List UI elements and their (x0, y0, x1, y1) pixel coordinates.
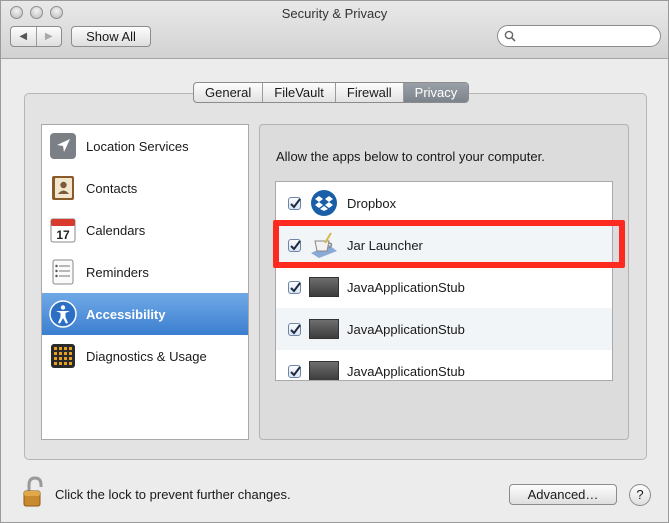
privacy-category-list: Location Services Contacts 17 Calendars … (41, 124, 249, 440)
search-input[interactable] (497, 25, 661, 47)
checkmark-icon (290, 197, 301, 209)
location-arrow-icon (48, 131, 78, 161)
sidebar-item-calendars[interactable]: 17 Calendars (42, 209, 248, 251)
tab-filevault[interactable]: FileVault (263, 83, 336, 102)
list-item[interactable]: JavaApplicationStub (276, 266, 612, 308)
sidebar-item-contacts[interactable]: Contacts (42, 167, 248, 209)
forward-button[interactable]: ▶ (35, 27, 62, 46)
app-list[interactable]: Dropbox Jar Launcher JavaApplicationStub… (275, 181, 613, 381)
app-name: JavaApplicationStub (347, 363, 465, 379)
tab-general[interactable]: General (194, 83, 264, 102)
back-forward-group: ◀ ▶ (10, 26, 62, 47)
app-checkbox[interactable] (288, 196, 301, 210)
app-stub-icon (309, 358, 339, 380)
window-title: Security & Privacy (281, 6, 388, 21)
sidebar-item-label: Location Services (86, 138, 189, 154)
lock-message: Click the lock to prevent further change… (55, 487, 291, 502)
checkmark-icon (290, 281, 301, 293)
advanced-button[interactable]: Advanced… (509, 484, 617, 505)
app-name: Dropbox (347, 195, 397, 211)
app-name: JavaApplicationStub (347, 321, 465, 337)
sidebar-item-label: Accessibility (86, 306, 166, 322)
lock-icon[interactable] (21, 476, 47, 508)
instruction-text: Allow the apps below to control your com… (276, 149, 545, 164)
calendar-icon: 17 (48, 215, 78, 245)
accessibility-icon (48, 299, 78, 329)
reminders-list-icon (48, 257, 78, 287)
app-stub-icon (309, 274, 339, 300)
tab-privacy[interactable]: Privacy (403, 83, 469, 102)
help-button[interactable]: ? (629, 484, 651, 506)
app-name: JavaApplicationStub (347, 279, 465, 295)
app-checkbox[interactable] (288, 280, 301, 294)
back-button[interactable]: ◀ (11, 27, 36, 46)
titlebar: Security & Privacy ◀ ▶ Show All (1, 1, 668, 59)
sidebar-item-reminders[interactable]: Reminders (42, 251, 248, 293)
tab-firewall[interactable]: Firewall (336, 83, 404, 102)
contacts-book-icon (48, 173, 78, 203)
list-item[interactable]: JavaApplicationStub (276, 308, 612, 350)
list-item[interactable]: Dropbox (276, 182, 612, 224)
checkmark-icon (290, 365, 301, 377)
app-checkbox[interactable] (288, 364, 301, 378)
app-stub-icon (309, 316, 339, 342)
show-all-button[interactable]: Show All (71, 26, 151, 47)
search-icon (504, 30, 516, 42)
app-checkbox[interactable] (288, 322, 301, 336)
sidebar-item-location-services[interactable]: Location Services (42, 125, 248, 167)
sidebar-item-label: Diagnostics & Usage (86, 348, 207, 364)
sidebar-item-accessibility[interactable]: Accessibility (42, 293, 248, 335)
list-item[interactable]: JavaApplicationStub (276, 350, 612, 380)
sidebar-item-label: Contacts (86, 180, 138, 196)
calendar-day: 17 (56, 228, 70, 242)
checkmark-icon (290, 323, 301, 335)
highlight-box (273, 220, 625, 268)
sidebar-item-diagnostics[interactable]: Diagnostics & Usage (42, 335, 248, 377)
tab-bar: General FileVault Firewall Privacy (193, 82, 470, 103)
security-privacy-window: Security & Privacy ◀ ▶ Show All General … (0, 0, 669, 523)
dropbox-icon (309, 190, 339, 216)
diagnostics-grid-icon (48, 341, 78, 371)
sidebar-item-label: Reminders (86, 264, 149, 280)
sidebar-item-label: Calendars (86, 222, 146, 238)
